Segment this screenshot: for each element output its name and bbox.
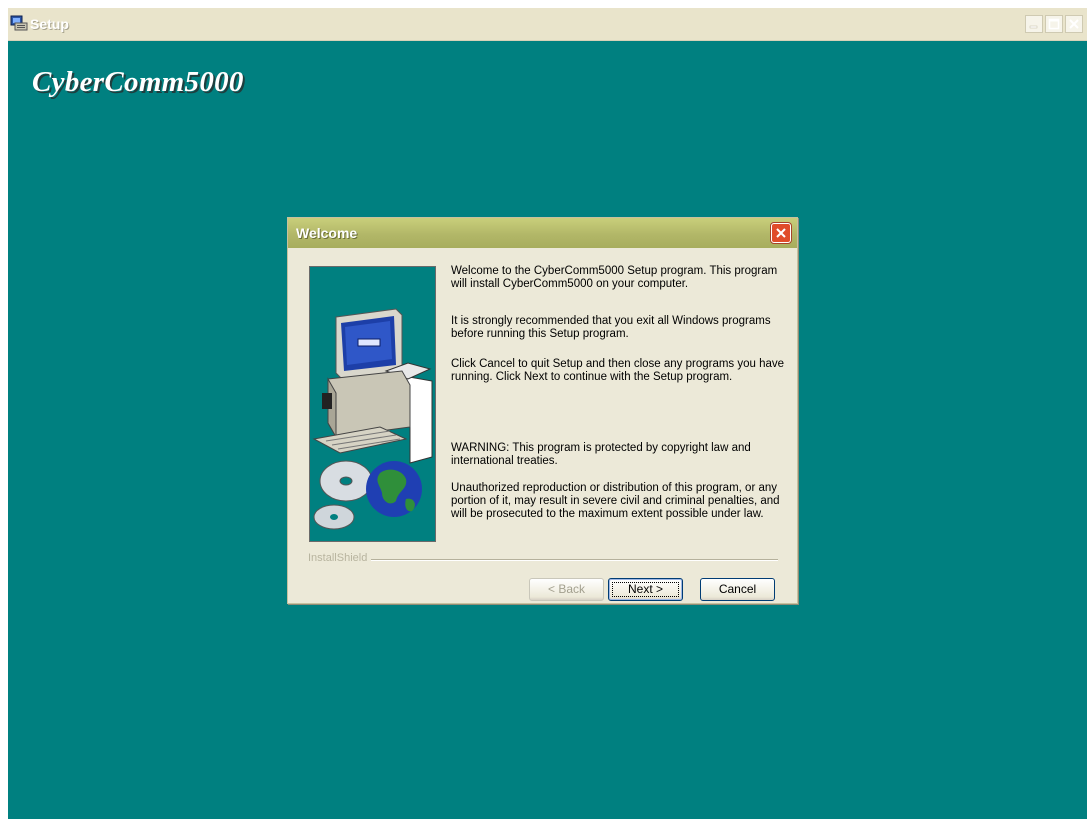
cd-globe-illustration [313, 460, 422, 530]
installshield-label: InstallShield [308, 552, 372, 564]
minimize-icon [1029, 25, 1038, 29]
setup-window: Setup CyberComm5000 Welcome Welcome to t… [8, 8, 1087, 819]
window-title: Setup [30, 16, 69, 32]
next-button-label: Next > [627, 582, 663, 596]
close-icon [1069, 19, 1079, 29]
minimize-button[interactable] [1025, 15, 1043, 33]
welcome-dialog: Welcome Welcome to the CyberComm5000 Set… [287, 217, 798, 604]
maximize-icon [1048, 18, 1060, 30]
recommend-paragraph: It is strongly recommended that you exit… [451, 315, 771, 340]
back-button[interactable]: < Back [529, 578, 604, 601]
window-close-button[interactable] [1065, 15, 1083, 33]
setup-illustration [309, 266, 436, 542]
cancel-button-label: Cancel [718, 582, 757, 596]
setup-app-icon [10, 14, 28, 32]
maximize-button[interactable] [1045, 15, 1063, 33]
dialog-close-button[interactable] [771, 223, 791, 243]
welcome-paragraph: Welcome to the CyberComm5000 Setup progr… [451, 265, 778, 290]
dialog-title: Welcome [296, 225, 358, 241]
next-button[interactable]: Next > [608, 578, 683, 601]
installshield-separator [308, 559, 778, 561]
warning-paragraph: WARNING: This program is protected by co… [451, 442, 751, 467]
product-brand-title: CyberComm5000 [32, 66, 244, 98]
setup-titlebar[interactable]: Setup [8, 8, 1087, 41]
instructions-paragraph: Click Cancel to quit Setup and then clos… [451, 358, 785, 383]
back-button-label: < Back [547, 582, 586, 596]
close-icon [776, 228, 786, 238]
cancel-button[interactable]: Cancel [700, 578, 775, 601]
legal-paragraph: Unauthorized reproduction or distributio… [451, 482, 780, 520]
dialog-titlebar[interactable]: Welcome [288, 218, 797, 248]
